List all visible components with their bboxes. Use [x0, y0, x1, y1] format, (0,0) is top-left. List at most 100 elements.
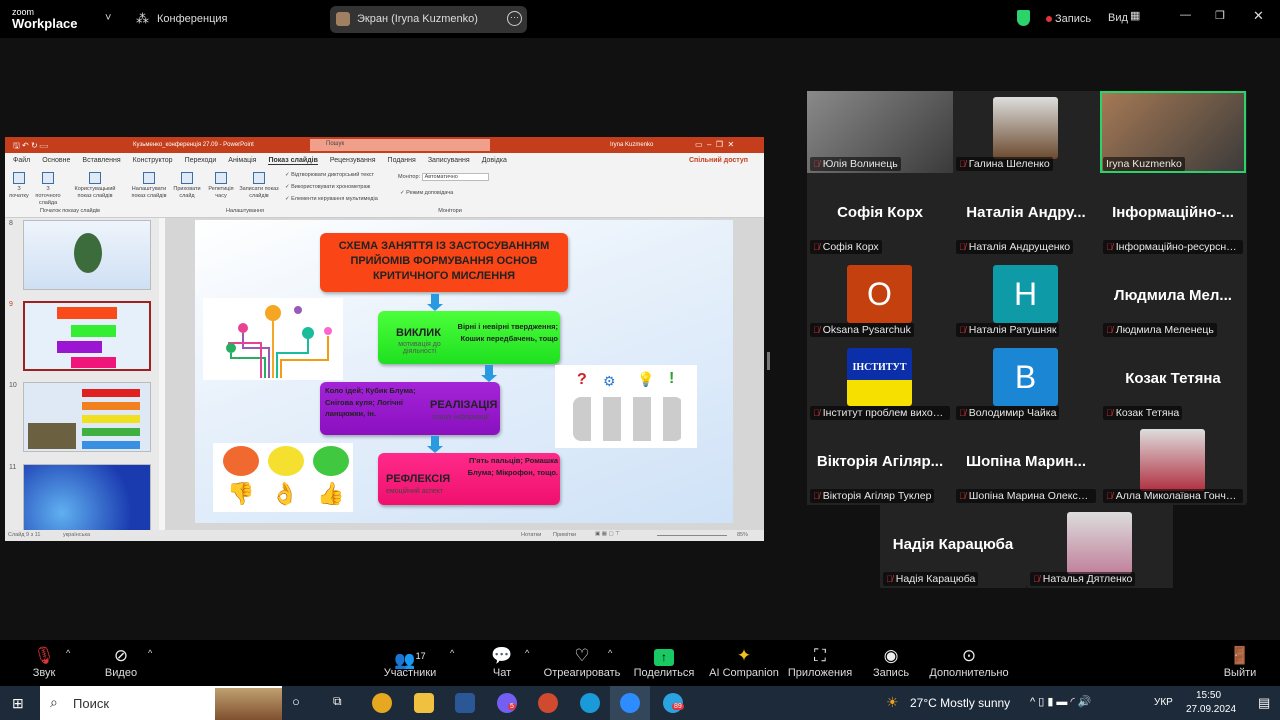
ai-companion-button[interactable]: ✦ AI Companion	[706, 645, 782, 679]
screen-share-pill[interactable]: Экран (Iryna Kuzmenko) ···	[330, 6, 527, 33]
chevron-down-icon[interactable]: ˅	[105, 12, 111, 24]
react-chevron[interactable]: ^	[608, 648, 612, 658]
view-buttons-icon[interactable]: ▣ ▦ ▢ ⊤	[595, 531, 620, 537]
slide-thumb-9[interactable]	[23, 301, 151, 371]
ribbon-tab[interactable]: Файл	[13, 157, 30, 165]
participant-tile[interactable]: Козак Тетяна 🎙̸ Козак Тетяна	[1100, 340, 1246, 422]
system-tray-icons[interactable]: ^ ▯ ▮ ▬ ◜ 🔊	[1030, 695, 1092, 708]
rehearse-button[interactable]: Репетиція часу	[205, 172, 237, 200]
from-beginning-button[interactable]: З початку	[9, 172, 29, 200]
participant-tile[interactable]: B 🎙̸ Володимир Чайка	[953, 340, 1099, 422]
participant-name-label: 🎙̸ Козак Тетяна	[1103, 406, 1183, 420]
chat-chevron[interactable]: ^	[525, 648, 529, 658]
file-explorer-icon[interactable]	[414, 693, 434, 713]
ribbon-tab[interactable]: Анімація	[228, 157, 256, 165]
language-status[interactable]: українська	[63, 532, 90, 538]
participant-tile[interactable]: 🎙̸ Наталья Дятленко	[1027, 506, 1173, 588]
ribbon-tab[interactable]: Конструктор	[133, 157, 173, 165]
language-indicator[interactable]: УКР	[1154, 697, 1173, 708]
participant-tile[interactable]: Софія Корх 🎙̸ Софія Корх	[807, 174, 953, 256]
participant-tile[interactable]: O 🎙̸ Oksana Pysarchuk	[807, 257, 953, 339]
view-button[interactable]: Вид	[1108, 12, 1128, 24]
ribbon-tab[interactable]: Записування	[428, 157, 470, 165]
audio-options-chevron[interactable]: ^	[66, 648, 70, 658]
video-button[interactable]: ⊘ Видео	[86, 645, 156, 679]
participant-tile[interactable]: Iryna Kuzmenko	[1100, 91, 1246, 173]
notifications-icon[interactable]: ▤	[1258, 695, 1270, 711]
chrome-icon[interactable]	[372, 693, 392, 713]
checkbox-timings[interactable]: ✓ Використовувати хронометраж	[285, 184, 370, 191]
participant-tile[interactable]: ІНСТИТУТ 🎙̸ Інститут проблем вихова...	[807, 340, 953, 422]
ribbon-tab[interactable]: Рецензування	[330, 157, 376, 165]
participant-tile[interactable]: Шопіна Марин... 🎙̸ Шопіна Марина Олексан..…	[953, 423, 1099, 505]
comments-button[interactable]: Примітки	[553, 532, 576, 538]
video-options-chevron[interactable]: ^	[148, 648, 152, 658]
record-button[interactable]: ◉ Запись	[856, 645, 926, 679]
minimize-icon[interactable]: —	[1180, 9, 1191, 21]
ribbon-tab[interactable]: Переходи	[185, 157, 217, 165]
slide-thumb-11[interactable]	[23, 464, 151, 534]
ribbon-tab[interactable]: Подання	[388, 157, 416, 165]
ppt-search[interactable]: Пошук	[310, 139, 490, 151]
zoom-taskbar-active[interactable]	[610, 686, 650, 720]
share-button[interactable]: ↑ Поделиться	[629, 645, 699, 679]
stage-heading: РЕФЛЕКСІЯ	[386, 473, 451, 485]
participant-tile[interactable]: 🎙̸ Алла Миколаївна Гончар...	[1100, 423, 1246, 505]
notes-button[interactable]: Нотатки	[521, 532, 541, 538]
checkbox-narration[interactable]: ✓ Відтворювати дикторський текст	[285, 172, 374, 179]
zoom-slider[interactable]	[657, 535, 727, 536]
meeting-label[interactable]: Конференция	[157, 13, 227, 25]
windows-start-icon[interactable]: ⊞	[12, 695, 24, 712]
participant-tile[interactable]: 🎙̸ Юлія Волинець	[807, 91, 953, 173]
apps-button[interactable]: ⛶ Приложения	[785, 645, 855, 679]
ribbon-tab[interactable]: Довідка	[482, 157, 507, 165]
participants-chevron[interactable]: ^	[450, 648, 454, 658]
slide-thumb-10[interactable]	[23, 382, 151, 452]
weather-text[interactable]: 27°C Mostly sunny	[910, 696, 1010, 710]
taskbar-search[interactable]: ⌕ Поиск	[40, 686, 282, 720]
ribbon-tab[interactable]: Вставлення	[82, 157, 120, 165]
chrome-profile-icon[interactable]	[538, 693, 558, 713]
ribbon-tab[interactable]: Показ слайдів	[268, 157, 318, 165]
participants-button[interactable]: 👥17 Участники	[375, 645, 445, 679]
record-show-button[interactable]: Записати показ слайдів	[237, 172, 281, 200]
close-icon[interactable]: ✕	[1253, 8, 1264, 24]
checkbox-media-controls[interactable]: ✓ Елементи керування мультимедіа	[285, 196, 378, 203]
window-controls-icon[interactable]: ▭ – ❐ ✕	[695, 140, 734, 149]
participant-tile[interactable]: Людмила Мел... 🎙̸ Людмила Меленець	[1100, 257, 1246, 339]
participant-tile[interactable]: H 🎙̸ Наталія Ратушняк	[953, 257, 1099, 339]
participant-tile[interactable]: Вікторія Агіляр... 🎙̸ Вікторія Агіляр Тукл…	[807, 423, 953, 505]
clock-date[interactable]: 27.09.2024	[1186, 704, 1236, 715]
telegram-icon[interactable]: 89	[663, 693, 684, 713]
telegram-badge: 89	[672, 703, 684, 710]
grid-icon[interactable]: ▦	[1130, 9, 1140, 22]
word-icon[interactable]	[455, 693, 475, 713]
edge-icon[interactable]	[580, 693, 600, 713]
monitor-select[interactable]: Монітор: Автоматично	[398, 173, 489, 181]
split-resize-handle[interactable]	[767, 352, 770, 370]
custom-show-button[interactable]: Користувацький показ слайдів	[69, 172, 121, 200]
more-button[interactable]: ⊙ Дополнительно	[928, 645, 1010, 679]
record-status[interactable]: Запись	[1055, 13, 1091, 25]
participant-tile[interactable]: Надія Карацюба 🎙̸ Надія Карацюба	[880, 506, 1026, 588]
viber-icon[interactable]: 5	[497, 693, 517, 713]
from-current-button[interactable]: З поточного слайда	[33, 172, 63, 207]
mic-muted-icon: 🎙̸	[1106, 408, 1113, 418]
restore-icon[interactable]: ❐	[1215, 9, 1225, 22]
leave-button[interactable]: 🚪 Выйти	[1205, 645, 1275, 679]
checkbox-presenter-view[interactable]: ✓ Режим доповідача	[400, 190, 453, 197]
hide-slide-button[interactable]: Приховати слайд	[171, 172, 203, 200]
share-button[interactable]: Спільний доступ	[689, 157, 748, 164]
shield-icon[interactable]	[1017, 10, 1030, 26]
slide-thumb-8[interactable]	[23, 220, 151, 290]
participant-tile[interactable]: Інформаційно-... 🎙̸ Інформаційно-ресурсни.…	[1100, 174, 1246, 256]
setup-show-button[interactable]: Налаштувати показ слайдів	[127, 172, 171, 200]
task-view-icon[interactable]: ⧉	[333, 694, 342, 709]
participant-tile[interactable]: Наталія Андру... 🎙̸ Наталія Андрущенко	[953, 174, 1099, 256]
quick-access-icons[interactable]: 🖫 ↶ ↻ ▭	[13, 140, 48, 154]
clock-time[interactable]: 15:50	[1196, 690, 1221, 701]
cortana-icon[interactable]: ○	[292, 694, 300, 709]
ribbon-tab[interactable]: Основне	[42, 157, 70, 165]
participant-tile[interactable]: 🎙̸ Галина Шеленко	[953, 91, 1099, 173]
more-options-icon[interactable]: ···	[507, 11, 522, 26]
